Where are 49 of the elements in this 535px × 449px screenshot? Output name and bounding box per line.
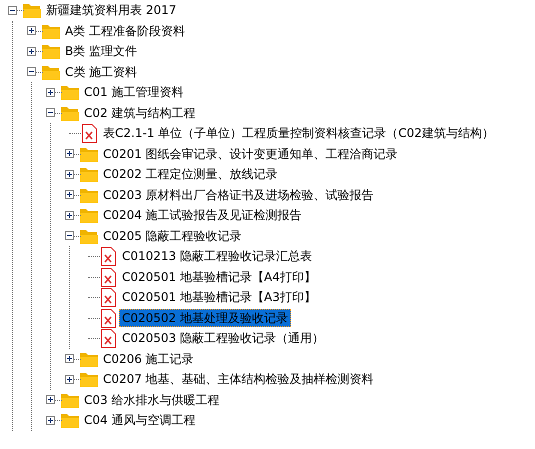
tree-item[interactable]: C0201 图纸会审记录、设计变更通知单、工程洽商记录	[100, 144, 401, 163]
tree-item[interactable]: 新疆建筑资料用表 2017	[43, 1, 180, 20]
collapse-icon[interactable]	[46, 108, 55, 118]
folder-icon	[79, 370, 99, 388]
tree-item[interactable]: C01 施工管理资料	[81, 83, 186, 102]
tree-item[interactable]: C0205 隐蔽工程验收记录	[100, 226, 245, 245]
document-icon	[79, 123, 99, 144]
tree-item[interactable]: C020501 地基验槽记录【A4打印】	[119, 268, 319, 286]
expand-icon[interactable]	[65, 190, 74, 200]
tree-item[interactable]: 表C2.1-1 单位（子单位）工程质量控制资料核查记录（C02建筑与结构）	[100, 124, 497, 142]
document-icon	[98, 266, 118, 287]
collapse-icon[interactable]	[27, 67, 36, 76]
tree-item[interactable]: A类 工程准备阶段资料	[62, 22, 188, 40]
folder-icon	[79, 165, 99, 184]
folder-icon	[79, 206, 99, 224]
tree-item[interactable]: C0202 工程定位测量、放线记录	[100, 165, 281, 184]
expand-icon[interactable]	[65, 354, 74, 364]
folder-icon	[41, 42, 61, 60]
expand-icon[interactable]	[46, 416, 55, 425]
tree-item[interactable]: B类 监理文件	[62, 42, 140, 60]
tree-item[interactable]: C02 建筑与结构工程	[81, 104, 198, 122]
tree-item[interactable]: C020502 地基处理及验收记录	[119, 308, 292, 327]
open-folder-icon	[22, 1, 42, 20]
tree-item[interactable]: C0206 施工记录	[100, 350, 197, 368]
tree-item[interactable]: C类 施工资料	[62, 62, 140, 81]
tree-item[interactable]: C03 给水排水与供暖工程	[81, 390, 222, 409]
folder-icon	[60, 411, 80, 430]
tree-item[interactable]: C0204 施工试验报告及见证检测报告	[100, 206, 305, 224]
document-icon	[98, 308, 118, 328]
expand-icon[interactable]	[46, 395, 55, 404]
document-icon	[98, 246, 118, 266]
document-icon	[98, 328, 118, 348]
expand-icon[interactable]	[65, 170, 74, 179]
tree-item[interactable]: C0207 地基、基础、主体结构检验及抽样检测资料	[100, 370, 377, 388]
expand-icon[interactable]	[27, 26, 36, 36]
collapse-icon[interactable]	[8, 6, 17, 15]
collapse-icon[interactable]	[65, 231, 74, 240]
expand-icon[interactable]	[27, 46, 36, 56]
document-icon	[98, 287, 118, 308]
expand-icon[interactable]	[65, 374, 74, 384]
tree-item[interactable]: C0203 原材料出厂合格证书及进场检验、试验报告	[100, 186, 377, 204]
folder-icon	[60, 83, 80, 102]
tree-item[interactable]: C010213 隐蔽工程验收记录汇总表	[119, 247, 316, 266]
tree-item[interactable]: C020503 隐蔽工程验收记录（通用）	[119, 329, 328, 348]
expand-icon[interactable]	[65, 210, 74, 220]
tree-item[interactable]: C04 通风与空调工程	[81, 411, 198, 430]
tree-item[interactable]: C020501 地基验槽记录【A3打印】	[119, 288, 319, 306]
expand-icon[interactable]	[65, 149, 74, 158]
expand-icon[interactable]	[46, 88, 55, 97]
